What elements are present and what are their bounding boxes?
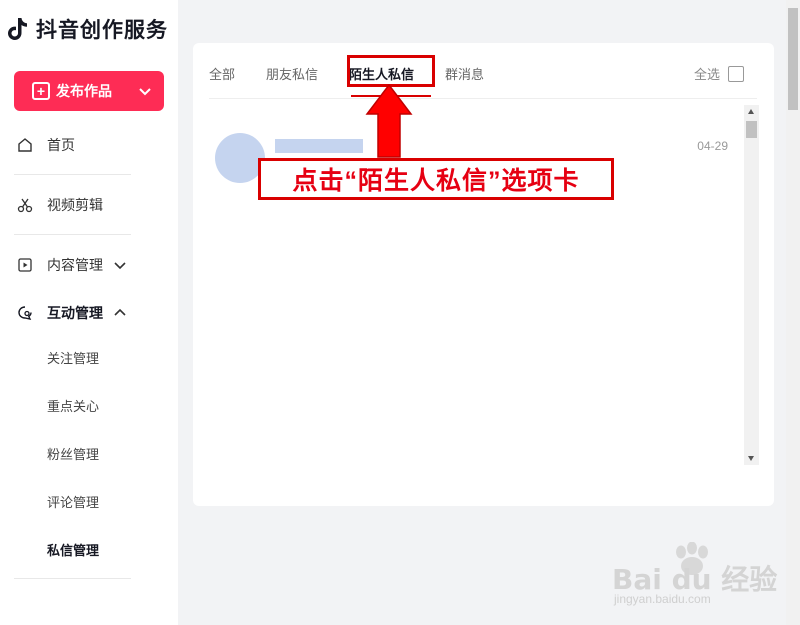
- annotation-callout: 点击“陌生人私信”选项卡: [258, 158, 614, 200]
- select-all-label: 全选: [693, 67, 720, 82]
- douyin-logo-icon: [8, 18, 27, 40]
- sidebar-item-label: 首页: [47, 137, 75, 153]
- page-scrollbar[interactable]: [786, 0, 800, 625]
- chevron-up-icon[interactable]: [113, 306, 127, 320]
- sidebar-item-interaction-management[interactable]: 互动管理: [0, 293, 178, 333]
- annotation-highlight-box: [347, 55, 435, 87]
- annotation-arrow-icon: [365, 84, 413, 158]
- sidebar-item-home[interactable]: 首页: [0, 125, 178, 165]
- sidebar-item-video-edit[interactable]: 视频剪辑: [0, 185, 178, 225]
- sidebar-divider: [14, 234, 131, 235]
- sender-name-placeholder: [275, 139, 363, 153]
- sidebar-item-label: 内容管理: [47, 257, 103, 273]
- tab-group-messages[interactable]: 群消息: [445, 64, 484, 83]
- publish-button[interactable]: + 发布作品: [14, 71, 164, 111]
- sidebar-divider: [14, 174, 131, 175]
- sidebar-divider: [14, 578, 131, 579]
- chevron-down-icon[interactable]: [138, 84, 152, 98]
- tabs-divider: [209, 98, 757, 99]
- sidebar-item-label: 视频剪辑: [47, 197, 103, 213]
- messages-panel: 全部 朋友私信 陌生人私信 群消息 全选 04-29: [193, 43, 774, 506]
- sidebar-item-content-management[interactable]: 内容管理: [0, 245, 178, 285]
- app-title: 抖音创作服务: [36, 19, 168, 42]
- watermark-url: jingyan.baidu.com: [614, 592, 711, 606]
- sidebar-subitem-key-care[interactable]: 重点关心: [47, 390, 99, 420]
- page-scroll-thumb[interactable]: [788, 8, 798, 110]
- chat-search-icon: [16, 304, 34, 322]
- message-date: 04-29: [697, 139, 728, 153]
- message-list-scrollbar[interactable]: [744, 105, 759, 465]
- scroll-up-arrow-icon[interactable]: [748, 109, 754, 114]
- sidebar: 抖音创作服务 + 发布作品 首页 视频剪辑 内容管理 互动管理 关注管理 重点关…: [0, 0, 178, 625]
- select-all: 全选: [694, 64, 744, 83]
- scroll-down-arrow-icon[interactable]: [748, 456, 754, 461]
- baidu-jingyan-watermark: Bai du 经验 jingyan.baidu.com: [612, 542, 777, 608]
- sidebar-subitem-message-management[interactable]: 私信管理: [47, 534, 99, 564]
- tab-friend-messages[interactable]: 朋友私信: [266, 64, 318, 83]
- play-square-icon: [16, 256, 34, 274]
- home-icon: [16, 136, 34, 154]
- publish-button-label: 发布作品: [56, 83, 112, 99]
- sidebar-subitem-comment-management[interactable]: 评论管理: [47, 486, 99, 516]
- sidebar-subitem-follow-management[interactable]: 关注管理: [47, 342, 99, 372]
- sidebar-subitem-fan-management[interactable]: 粉丝管理: [47, 438, 99, 468]
- select-all-checkbox[interactable]: [728, 65, 744, 82]
- plus-square-icon: +: [32, 82, 50, 100]
- scissors-icon: [16, 196, 34, 214]
- chevron-down-icon[interactable]: [113, 258, 127, 272]
- sidebar-item-label: 互动管理: [47, 305, 103, 321]
- scroll-thumb[interactable]: [746, 121, 757, 138]
- tab-all[interactable]: 全部: [209, 64, 235, 83]
- app-logo[interactable]: 抖音创作服务: [6, 14, 168, 44]
